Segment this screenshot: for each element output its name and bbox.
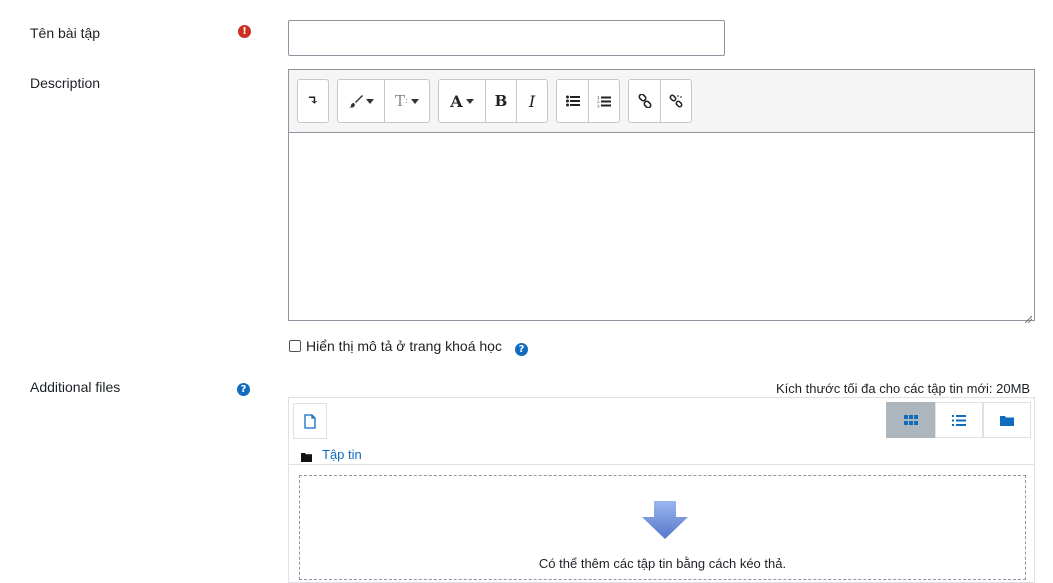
unordered-list-icon[interactable] (557, 80, 588, 122)
show-description-label: Hiển thị mô tả ở trang khoá học (306, 338, 502, 354)
path-folder-icon (301, 449, 312, 465)
editor-toolbar: ↴ T: A B I 123 (297, 79, 692, 123)
file-picker: Tập tin Có thể thêm các tập tin bằng các… (288, 397, 1035, 583)
question-circle-icon[interactable]: ? (237, 383, 250, 396)
tree-view-button[interactable] (983, 402, 1031, 438)
toolbar-group-style: T: (337, 79, 430, 123)
toolbar-group-expand: ↴ (297, 79, 329, 123)
icons-view-button[interactable] (886, 402, 935, 438)
show-description-checkbox[interactable] (289, 340, 301, 352)
file-add-icon (304, 413, 316, 429)
additional-files-label: Additional files (30, 379, 121, 395)
resize-handle-icon[interactable] (1024, 310, 1033, 324)
list-icon (952, 414, 966, 426)
ordered-list-icon[interactable]: 123 (588, 80, 619, 122)
file-drop-zone[interactable]: Có thể thêm các tập tin bằng cách kéo th… (299, 475, 1026, 580)
view-switcher (886, 402, 1031, 438)
italic-icon[interactable]: I (516, 80, 547, 122)
toolbar-group-text: A B I (438, 79, 548, 123)
question-circle-icon[interactable]: ? (515, 343, 528, 356)
path-link[interactable]: Tập tin (322, 447, 362, 462)
divider (289, 464, 1034, 465)
name-input[interactable] (288, 20, 725, 56)
toolbar-group-lists: 123 (556, 79, 620, 123)
list-view-button[interactable] (935, 402, 983, 438)
folder-icon (1000, 415, 1014, 426)
paintbrush-icon[interactable] (338, 80, 384, 122)
exclamation-circle-icon: ! (238, 25, 251, 38)
toolbar-toggle-icon[interactable]: ↴ (298, 80, 328, 122)
drop-arrow-icon (642, 501, 688, 542)
bold-icon[interactable]: B (485, 80, 516, 122)
grid-icon (903, 415, 918, 425)
name-field-label: Tên bài tập (30, 25, 101, 41)
font-color-icon[interactable]: A (439, 80, 485, 122)
drop-hint-text: Có thể thêm các tập tin bằng cách kéo th… (538, 556, 787, 571)
svg-text:3: 3 (597, 103, 600, 108)
toolbar-group-links (628, 79, 692, 123)
description-label: Description (30, 75, 101, 91)
unlink-icon[interactable] (660, 80, 691, 122)
link-icon[interactable] (629, 80, 660, 122)
description-content-area[interactable] (289, 132, 1034, 320)
max-size-text: Kích thước tối đa cho các tập tin mới: 2… (776, 381, 1031, 396)
description-editor: ↴ T: A B I 123 (288, 69, 1035, 324)
add-file-button[interactable] (293, 403, 327, 439)
font-style-icon[interactable]: T: (384, 80, 429, 122)
